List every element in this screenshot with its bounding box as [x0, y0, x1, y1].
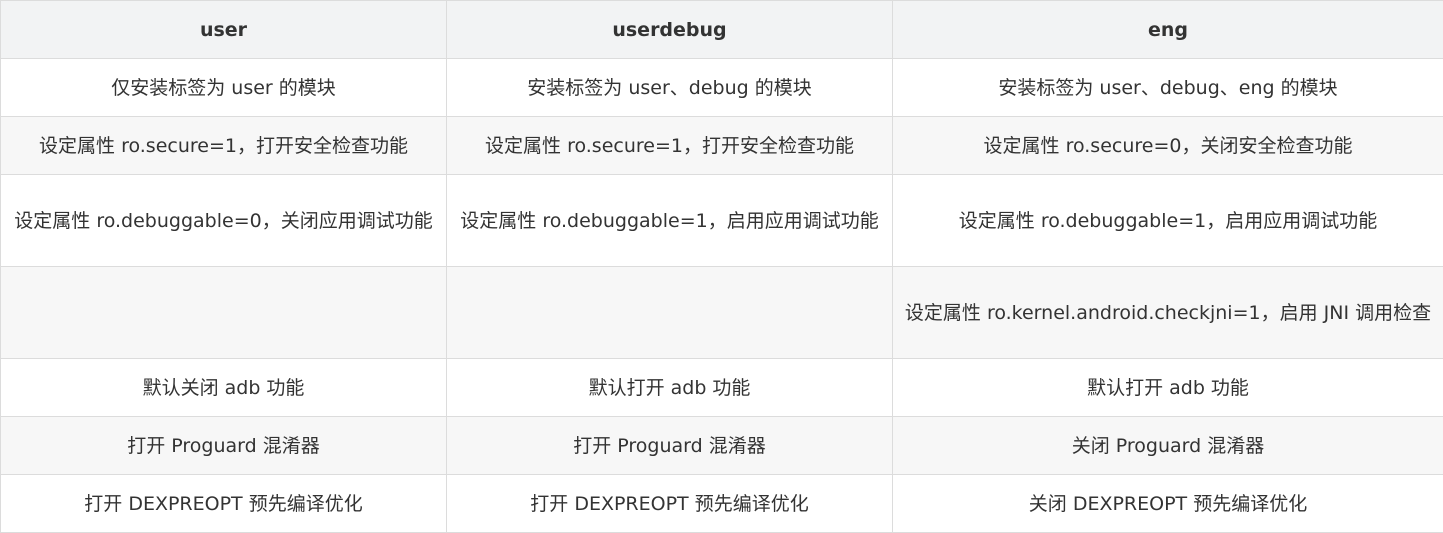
- table-row: 打开 DEXPREOPT 预先编译优化 打开 DEXPREOPT 预先编译优化 …: [1, 475, 1443, 533]
- table-cell: 打开 Proguard 混淆器: [447, 417, 893, 475]
- table-cell: 设定属性 ro.debuggable=1，启用应用调试功能: [893, 175, 1443, 267]
- table-cell: 打开 DEXPREOPT 预先编译优化: [1, 475, 447, 533]
- table-header-row: user userdebug eng: [1, 1, 1443, 59]
- table-cell-empty: [447, 267, 893, 359]
- table-cell: 安装标签为 user、debug 的模块: [447, 59, 893, 117]
- table-cell: 设定属性 ro.kernel.android.checkjni=1，启用 JNI…: [893, 267, 1443, 359]
- table-cell: 设定属性 ro.secure=0，关闭安全检查功能: [893, 117, 1443, 175]
- header-eng: eng: [893, 1, 1443, 59]
- header-userdebug: userdebug: [447, 1, 893, 59]
- table-cell: 安装标签为 user、debug、eng 的模块: [893, 59, 1443, 117]
- table-cell: 设定属性 ro.debuggable=1，启用应用调试功能: [447, 175, 893, 267]
- build-variant-table: user userdebug eng 仅安装标签为 user 的模块 安装标签为…: [0, 0, 1443, 533]
- table-cell: 打开 Proguard 混淆器: [1, 417, 447, 475]
- table-cell: 关闭 DEXPREOPT 预先编译优化: [893, 475, 1443, 533]
- table-row: 仅安装标签为 user 的模块 安装标签为 user、debug 的模块 安装标…: [1, 59, 1443, 117]
- table-row: 设定属性 ro.debuggable=0，关闭应用调试功能 设定属性 ro.de…: [1, 175, 1443, 267]
- table-cell: 设定属性 ro.debuggable=0，关闭应用调试功能: [1, 175, 447, 267]
- table-cell: 默认打开 adb 功能: [447, 359, 893, 417]
- header-user: user: [1, 1, 447, 59]
- table-row: 设定属性 ro.kernel.android.checkjni=1，启用 JNI…: [1, 267, 1443, 359]
- table-cell: 设定属性 ro.secure=1，打开安全检查功能: [447, 117, 893, 175]
- table-cell: 打开 DEXPREOPT 预先编译优化: [447, 475, 893, 533]
- table-cell: 仅安装标签为 user 的模块: [1, 59, 447, 117]
- table-row: 打开 Proguard 混淆器 打开 Proguard 混淆器 关闭 Progu…: [1, 417, 1443, 475]
- table-cell: 默认打开 adb 功能: [893, 359, 1443, 417]
- table-cell: 关闭 Proguard 混淆器: [893, 417, 1443, 475]
- table-cell: 默认关闭 adb 功能: [1, 359, 447, 417]
- table-row: 设定属性 ro.secure=1，打开安全检查功能 设定属性 ro.secure…: [1, 117, 1443, 175]
- table-cell: 设定属性 ro.secure=1，打开安全检查功能: [1, 117, 447, 175]
- table-row: 默认关闭 adb 功能 默认打开 adb 功能 默认打开 adb 功能: [1, 359, 1443, 417]
- table-cell-empty: [1, 267, 447, 359]
